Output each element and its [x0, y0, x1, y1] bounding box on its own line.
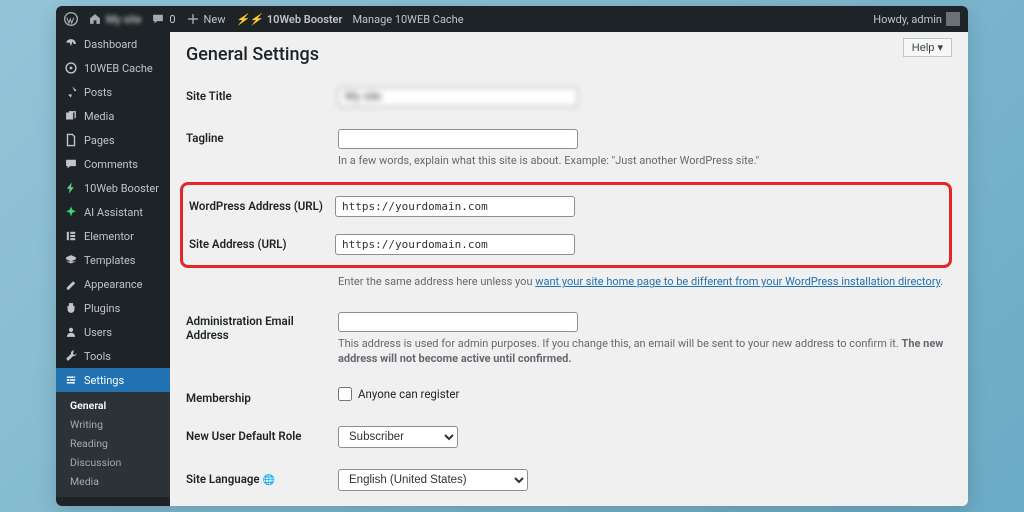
submenu-general[interactable]: General	[56, 396, 170, 415]
checkbox-membership[interactable]: Anyone can register	[338, 387, 952, 401]
settings-content: Help ▾ General Settings Site Title Tagli…	[170, 32, 968, 506]
plugins-icon	[64, 301, 78, 315]
label-site-url: Site Address (URL)	[183, 233, 335, 251]
sidebar-item-media[interactable]: Media	[56, 104, 170, 128]
sidebar-item-label: Plugins	[84, 302, 120, 315]
comment-icon	[151, 12, 165, 26]
media-icon	[64, 109, 78, 123]
new-link[interactable]: New	[186, 12, 226, 26]
comments-count: 0	[169, 13, 175, 26]
elementor-icon	[64, 229, 78, 243]
url-highlight-box: WordPress Address (URL) Site Address (UR…	[180, 182, 952, 268]
submenu-media[interactable]: Media	[56, 472, 170, 491]
page-title: General Settings	[186, 44, 952, 65]
sidebar-item-label: Settings	[84, 374, 124, 387]
tools-icon	[64, 349, 78, 363]
label-default-role: New User Default Role	[186, 425, 338, 443]
sidebar-item-label: Posts	[84, 86, 112, 99]
label-wp-url: WordPress Address (URL)	[183, 195, 335, 213]
pin-icon	[64, 85, 78, 99]
booster-label: 10Web Booster	[267, 13, 343, 26]
label-site-lang: Site Language 🌐	[186, 468, 338, 486]
sidebar-item-users[interactable]: Users	[56, 320, 170, 344]
sidebar-item-posts[interactable]: Posts	[56, 80, 170, 104]
comments-icon	[64, 157, 78, 171]
checkbox-label: Anyone can register	[358, 387, 459, 401]
sidebar-item-ai-assistant[interactable]: AI Assistant	[56, 200, 170, 224]
label-site-title: Site Title	[186, 85, 338, 103]
howdy-label: Howdy, admin	[873, 13, 942, 26]
label-membership: Membership	[186, 387, 338, 405]
page-icon	[64, 133, 78, 147]
submenu-reading[interactable]: Reading	[56, 434, 170, 453]
input-site-title[interactable]	[338, 87, 578, 107]
site-url-help-link[interactable]: want your site home page to be different…	[535, 275, 940, 288]
input-wp-url[interactable]	[335, 196, 575, 217]
sidebar-item-label: Users	[84, 326, 112, 339]
cache-label: Manage 10WEB Cache	[352, 13, 463, 26]
sidebar-item-label: Pages	[84, 134, 115, 147]
sidebar-item-tools[interactable]: Tools	[56, 344, 170, 368]
submenu-discussion[interactable]: Discussion	[56, 453, 170, 472]
sidebar-item-label: 10WEB Cache	[84, 62, 153, 75]
input-admin-email[interactable]	[338, 312, 578, 332]
sidebar-item-label: Comments	[84, 158, 138, 171]
desc-site-url: Enter the same address here unless you w…	[338, 274, 952, 289]
sidebar-item-elementor[interactable]: Elementor	[56, 224, 170, 248]
admin-sidebar: Dashboard 10WEB Cache Posts Media Pages …	[56, 32, 170, 506]
appearance-icon	[64, 277, 78, 291]
sidebar-item-settings[interactable]: Settings	[56, 368, 170, 392]
sidebar-item-comments[interactable]: Comments	[56, 152, 170, 176]
site-link[interactable]: My site	[88, 12, 141, 26]
select-site-lang[interactable]: English (United States)	[338, 469, 528, 491]
desc-admin-email: This address is used for admin purposes.…	[338, 336, 952, 367]
label-tagline: Tagline	[186, 127, 338, 145]
settings-icon	[64, 373, 78, 387]
sidebar-item-label: Elementor	[84, 230, 134, 243]
new-label: New	[204, 13, 226, 26]
avatar-icon	[946, 12, 960, 26]
sidebar-item-pages[interactable]: Pages	[56, 128, 170, 152]
help-button[interactable]: Help ▾	[903, 38, 952, 57]
home-icon	[88, 12, 102, 26]
input-tagline[interactable]	[338, 129, 578, 149]
dashboard-icon	[64, 37, 78, 51]
checkbox-anyone-register[interactable]	[338, 387, 352, 401]
sidebar-submenu: General Writing Reading Discussion Media	[56, 392, 170, 497]
sidebar-item-label: Appearance	[84, 278, 143, 291]
sidebar-item-10web-cache[interactable]: 10WEB Cache	[56, 56, 170, 80]
select-default-role[interactable]: Subscriber	[338, 426, 458, 448]
sidebar-item-10web-booster[interactable]: 10Web Booster	[56, 176, 170, 200]
sidebar-item-label: Dashboard	[84, 38, 137, 51]
sidebar-item-plugins[interactable]: Plugins	[56, 296, 170, 320]
input-site-url[interactable]	[335, 234, 575, 255]
admin-toolbar: My site 0 New ⚡⚡ 10Web Booster Manage 10W…	[56, 6, 968, 32]
label-admin-email: Administration Email Address	[186, 310, 338, 342]
sidebar-item-label: Tools	[84, 350, 111, 363]
sidebar-item-label: 10Web Booster	[84, 182, 159, 195]
submenu-writing[interactable]: Writing	[56, 415, 170, 434]
cache-link[interactable]: Manage 10WEB Cache	[352, 13, 463, 26]
sidebar-item-label: Templates	[84, 254, 135, 267]
sidebar-item-templates[interactable]: Templates	[56, 248, 170, 272]
ai-icon	[64, 205, 78, 219]
sidebar-item-label: Media	[84, 110, 114, 123]
sidebar-item-dashboard[interactable]: Dashboard	[56, 32, 170, 56]
sidebar-item-label: AI Assistant	[84, 206, 143, 219]
translate-icon: 🌐	[262, 475, 274, 486]
sidebar-item-appearance[interactable]: Appearance	[56, 272, 170, 296]
plus-icon	[186, 12, 200, 26]
cache-icon	[64, 61, 78, 75]
site-name: My site	[106, 13, 141, 26]
templates-icon	[64, 253, 78, 267]
desc-tagline: In a few words, explain what this site i…	[338, 153, 952, 168]
users-icon	[64, 325, 78, 339]
booster-icon	[64, 181, 78, 195]
account-link[interactable]: Howdy, admin	[873, 12, 960, 26]
wp-logo[interactable]	[64, 12, 78, 26]
bolt-icon: ⚡⚡	[235, 13, 262, 26]
booster-link[interactable]: ⚡⚡ 10Web Booster	[235, 13, 342, 26]
comments-link[interactable]: 0	[151, 12, 175, 26]
